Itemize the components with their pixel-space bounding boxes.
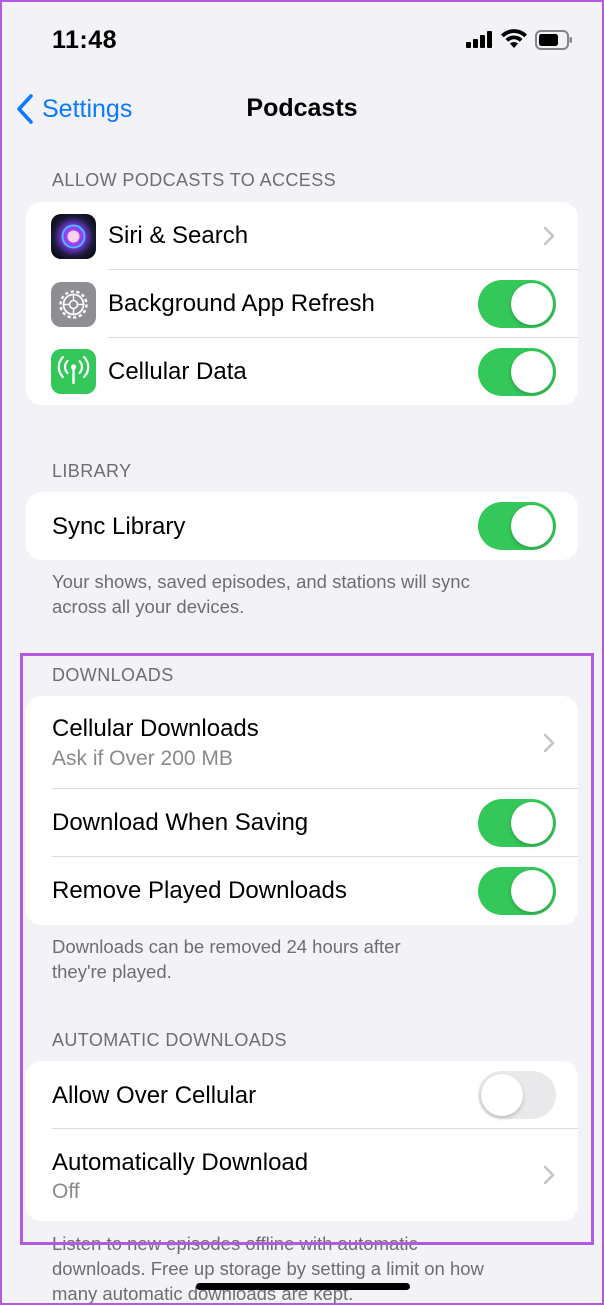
- status-bar: 11:48: [0, 0, 604, 80]
- cellular-downloads-value: Ask if Over 200 MB: [52, 747, 233, 770]
- antenna-icon: [51, 349, 96, 394]
- gear-icon: [51, 282, 96, 327]
- automatically-download-row[interactable]: Automatically Download Off: [26, 1129, 578, 1221]
- automatically-download-value: Off: [52, 1180, 80, 1203]
- remove-played-toggle[interactable]: [478, 867, 556, 915]
- library-footer-line: Your shows, saved episodes, and stations…: [52, 571, 470, 592]
- background-refresh-label: Background App Refresh: [108, 290, 375, 317]
- siri-search-label: Siri & Search: [108, 222, 249, 249]
- downloads-group: Cellular Downloads Ask if Over 200 MB Do…: [26, 696, 578, 925]
- background-refresh-toggle[interactable]: [478, 280, 556, 328]
- download-when-saving-toggle[interactable]: [478, 799, 556, 847]
- wifi-icon: [501, 29, 527, 48]
- cellular-signal-icon: [466, 30, 496, 48]
- siri-icon: [51, 214, 96, 259]
- sync-library-toggle[interactable]: [478, 502, 556, 550]
- chevron-right-icon: [543, 1165, 555, 1185]
- page-title: Podcasts: [246, 94, 358, 122]
- access-group: Siri & Search Background App Refresh Cel…: [26, 202, 578, 405]
- section-header-downloads: DOWNLOADS: [52, 665, 174, 685]
- automatic-group: Allow Over Cellular Automatically Downlo…: [26, 1061, 578, 1221]
- section-header-automatic: AUTOMATIC DOWNLOADS: [52, 1030, 287, 1050]
- allow-over-cellular-label: Allow Over Cellular: [52, 1082, 257, 1109]
- automatically-download-label: Automatically Download: [52, 1149, 309, 1176]
- automatic-footer-line: downloads. Free up storage by setting a …: [52, 1258, 484, 1279]
- home-indicator[interactable]: [196, 1283, 410, 1290]
- downloads-footer-line: Downloads can be removed 24 hours after: [52, 936, 401, 957]
- chevron-right-icon: [543, 733, 555, 753]
- sync-library-row: Sync Library: [26, 492, 578, 560]
- library-group: Sync Library: [26, 492, 578, 560]
- downloads-footer-line: they're played.: [52, 961, 172, 982]
- cellular-data-row: Cellular Data: [26, 338, 578, 405]
- background-refresh-row: Background App Refresh: [26, 270, 578, 338]
- cellular-data-toggle[interactable]: [478, 348, 556, 396]
- automatic-footer-line: Listen to new episodes offline with auto…: [52, 1233, 418, 1254]
- remove-played-row: Remove Played Downloads: [26, 857, 578, 925]
- remove-played-label: Remove Played Downloads: [52, 877, 347, 904]
- chevron-right-icon: [543, 226, 555, 246]
- downloads-footer: Downloads can be removed 24 hours after …: [52, 934, 552, 984]
- library-footer-line: across all your devices.: [52, 596, 245, 617]
- cellular-downloads-row[interactable]: Cellular Downloads Ask if Over 200 MB: [26, 696, 578, 789]
- allow-over-cellular-row: Allow Over Cellular: [26, 1061, 578, 1129]
- library-footer: Your shows, saved episodes, and stations…: [52, 569, 552, 619]
- cellular-data-label: Cellular Data: [108, 358, 247, 385]
- download-when-saving-row: Download When Saving: [26, 789, 578, 857]
- navigation-bar: Settings Podcasts: [0, 80, 604, 140]
- status-time: 11:48: [52, 26, 118, 54]
- section-header-library: LIBRARY: [52, 461, 132, 481]
- cellular-downloads-label: Cellular Downloads: [52, 715, 259, 742]
- allow-over-cellular-toggle[interactable]: [478, 1071, 556, 1119]
- sync-library-label: Sync Library: [52, 513, 186, 540]
- siri-search-row[interactable]: Siri & Search: [26, 202, 578, 270]
- battery-icon: [535, 30, 572, 50]
- download-when-saving-label: Download When Saving: [52, 809, 309, 836]
- section-header-access: ALLOW PODCASTS TO ACCESS: [52, 170, 337, 190]
- automatic-footer: Listen to new episodes offline with auto…: [52, 1231, 552, 1305]
